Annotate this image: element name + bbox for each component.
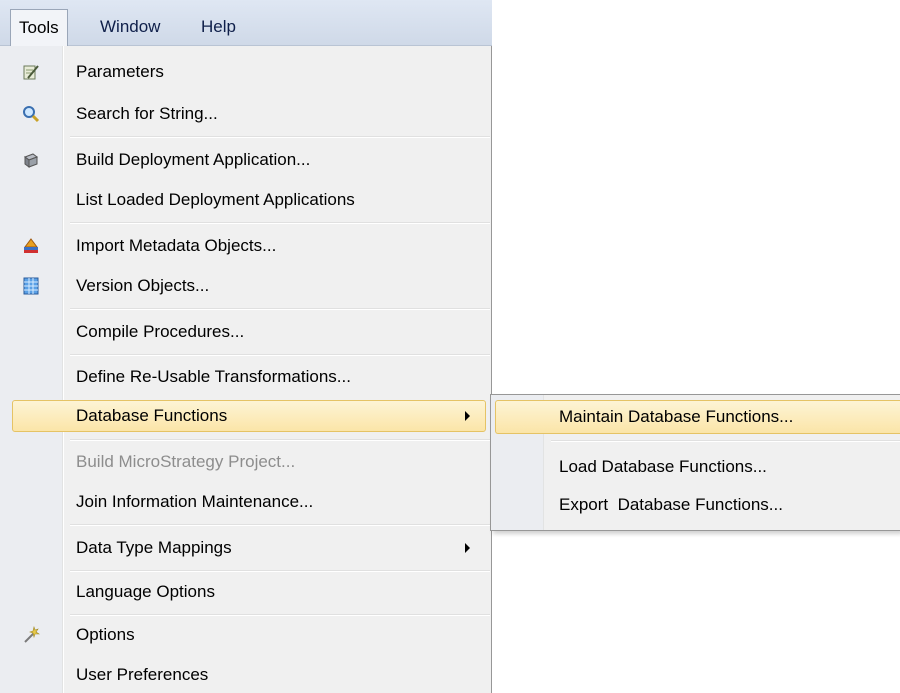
menu-item-search-for-string[interactable]: Search for String... xyxy=(0,94,491,134)
menu-item-label: User Preferences xyxy=(76,665,209,684)
menu-item-label: Language Options xyxy=(76,582,215,601)
menu-item-compile-procedures[interactable]: Compile Procedures... xyxy=(0,312,491,352)
menu-item-language-options[interactable]: Language Options xyxy=(0,572,491,612)
submenu-item-maintain-database-functions[interactable]: Maintain Database Functions... xyxy=(491,397,900,437)
menu-help[interactable]: Help xyxy=(193,9,244,46)
menu-item-label: Build MicroStrategy Project... xyxy=(76,452,296,471)
menu-item-label: Options xyxy=(76,625,135,644)
menu-item-label: Build Deployment Application... xyxy=(76,150,311,169)
menu-item-label: Join Information Maintenance... xyxy=(76,492,314,511)
menu-window[interactable]: Window xyxy=(92,9,168,46)
menu-item-label: List Loaded Deployment Applications xyxy=(76,190,355,209)
menu-item-label: Compile Procedures... xyxy=(76,322,245,341)
separator xyxy=(70,439,490,441)
menu-item-label: Database Functions xyxy=(76,406,228,425)
menu-item-define-reusable-transformations[interactable]: Define Re-Usable Transformations... xyxy=(0,357,491,397)
menu-item-list-loaded-deployment-applications[interactable]: List Loaded Deployment Applications xyxy=(0,180,491,220)
menu-bar: Tools Window Help xyxy=(0,0,492,47)
menu-item-build-deployment-application[interactable]: Build Deployment Application... xyxy=(0,140,491,180)
wand-icon xyxy=(22,626,40,644)
submenu-item-export-database-functions[interactable]: Export Database Functions... xyxy=(491,485,900,525)
menu-item-label: Define Re-Usable Transformations... xyxy=(76,367,351,386)
submenu-item-label: Load Database Functions... xyxy=(559,457,767,476)
menu-item-build-microstrategy-project: Build MicroStrategy Project... xyxy=(0,442,491,482)
tools-dropdown: Parameters Search for String... Build De… xyxy=(0,46,492,693)
submenu-item-label: Maintain Database Functions... xyxy=(559,407,794,426)
import-icon xyxy=(22,237,40,255)
search-icon xyxy=(22,105,40,123)
separator xyxy=(551,440,900,442)
grid-icon xyxy=(22,277,40,295)
submenu-arrow-icon xyxy=(465,543,470,553)
menu-item-label: Search for String... xyxy=(76,104,218,123)
menu-item-version-objects[interactable]: Version Objects... xyxy=(0,266,491,306)
separator xyxy=(70,524,490,526)
menu-tools[interactable]: Tools xyxy=(10,9,68,47)
separator xyxy=(70,136,490,138)
submenu-item-load-database-functions[interactable]: Load Database Functions... xyxy=(491,447,900,487)
menu-item-import-metadata-objects[interactable]: Import Metadata Objects... xyxy=(0,226,491,266)
menu-item-data-type-mappings[interactable]: Data Type Mappings xyxy=(0,528,491,568)
menu-item-label: Data Type Mappings xyxy=(76,538,232,557)
submenu-item-label: Export Database Functions... xyxy=(559,495,783,514)
separator xyxy=(70,354,490,356)
menu-item-label: Parameters xyxy=(76,62,164,81)
separator xyxy=(70,222,490,224)
menu-item-options[interactable]: Options xyxy=(0,615,491,655)
deployment-icon xyxy=(22,151,40,169)
menu-item-database-functions[interactable]: Database Functions xyxy=(0,396,491,436)
separator xyxy=(70,308,490,310)
menu-item-label: Import Metadata Objects... xyxy=(76,236,277,255)
menu-item-parameters[interactable]: Parameters xyxy=(0,52,491,92)
parameters-icon xyxy=(22,63,40,81)
database-functions-submenu: Maintain Database Functions... Load Data… xyxy=(490,394,900,531)
submenu-arrow-icon xyxy=(465,411,470,421)
menu-item-label: Version Objects... xyxy=(76,276,210,295)
menu-item-join-information-maintenance[interactable]: Join Information Maintenance... xyxy=(0,482,491,522)
menu-item-user-preferences[interactable]: User Preferences xyxy=(0,655,491,693)
